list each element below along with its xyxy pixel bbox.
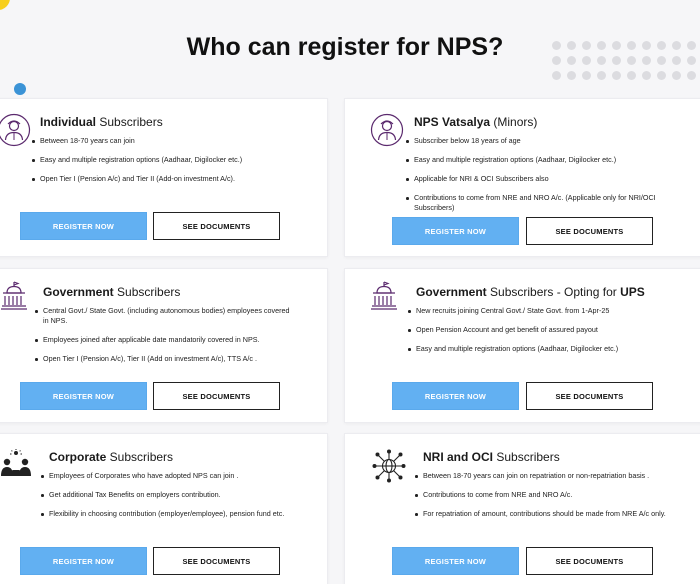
register-now-button[interactable]: REGISTER NOW	[20, 212, 147, 240]
card-individual: Individual Subscribers Between 18-70 yea…	[0, 98, 328, 257]
card-title: NRI and OCI Subscribers	[423, 450, 560, 464]
card-government: Government Subscribers Central Govt./ St…	[0, 268, 328, 423]
list-item: Subscriber below 18 years of age	[406, 136, 656, 146]
card-corporate: Corporate Subscribers Employees of Corpo…	[0, 433, 328, 584]
page-title: Who can register for NPS?	[186, 33, 504, 61]
register-now-button[interactable]: REGISTER NOW	[392, 382, 519, 410]
feature-list: Central Govt./ State Govt. (including au…	[35, 306, 290, 373]
list-item: Easy and multiple registration options (…	[408, 344, 693, 354]
feature-list: New recruits joining Central Govt./ Stat…	[408, 306, 693, 363]
see-documents-button[interactable]: SEE DOCUMENTS	[153, 212, 280, 240]
card-title: NPS Vatsalya (Minors)	[414, 115, 538, 129]
list-item: Open Pension Account and get benefit of …	[408, 325, 693, 335]
government-building-icon	[367, 279, 401, 313]
list-item: Open Tier I (Pension A/c) and Tier II (A…	[32, 174, 317, 184]
corporate-team-icon	[0, 448, 33, 482]
list-item: Central Govt./ State Govt. (including au…	[35, 306, 290, 326]
government-building-icon	[0, 279, 31, 313]
see-documents-button[interactable]: SEE DOCUMENTS	[526, 217, 653, 245]
list-item: Between 18-70 years can join on repatria…	[415, 471, 685, 481]
list-item: Open Tier I (Pension A/c), Tier II (Add …	[35, 354, 290, 364]
register-now-button[interactable]: REGISTER NOW	[20, 382, 147, 410]
card-title: Government Subscribers - Opting for UPS	[416, 285, 645, 299]
card-title: Government Subscribers	[43, 285, 181, 299]
card-government-ups: Government Subscribers - Opting for UPS …	[344, 268, 700, 423]
list-item: Employees joined after applicable date m…	[35, 335, 290, 345]
list-item: Easy and multiple registration options (…	[406, 155, 656, 165]
see-documents-button[interactable]: SEE DOCUMENTS	[526, 382, 653, 410]
decorative-blue-dot	[14, 83, 26, 95]
card-title: Corporate Subscribers	[49, 450, 174, 464]
feature-list: Subscriber below 18 years of age Easy an…	[406, 136, 656, 222]
list-item: Contributions to come from NRE and NRO A…	[406, 193, 656, 213]
card-nps-vatsalya: NPS Vatsalya (Minors) Subscriber below 1…	[344, 98, 700, 257]
register-now-button[interactable]: REGISTER NOW	[392, 217, 519, 245]
register-now-button[interactable]: REGISTER NOW	[392, 547, 519, 575]
feature-list: Employees of Corporates who have adopted…	[41, 471, 306, 528]
card-nri-oci: NRI and OCI Subscribers Between 18-70 ye…	[344, 433, 700, 584]
feature-list: Between 18-70 years can join on repatria…	[415, 471, 685, 528]
decorative-yellow-circle	[0, 0, 10, 10]
see-documents-button[interactable]: SEE DOCUMENTS	[526, 547, 653, 575]
register-now-button[interactable]: REGISTER NOW	[20, 547, 147, 575]
card-title: Individual Subscribers	[40, 115, 163, 129]
list-item: Between 18-70 years can join	[32, 136, 317, 146]
list-item: Applicable for NRI & OCI Subscribers als…	[406, 174, 656, 184]
list-item: Easy and multiple registration options (…	[32, 155, 317, 165]
person-icon	[0, 113, 31, 147]
list-item: Get additional Tax Benefits on employers…	[41, 490, 306, 500]
list-item: For repatriation of amount, contribution…	[415, 509, 685, 519]
list-item: Contributions to come from NRE and NRO A…	[415, 490, 685, 500]
feature-list: Between 18-70 years can join Easy and mu…	[32, 136, 317, 193]
person-icon	[370, 113, 404, 147]
list-item: New recruits joining Central Govt./ Stat…	[408, 306, 693, 316]
see-documents-button[interactable]: SEE DOCUMENTS	[153, 382, 280, 410]
list-item: Flexibility in choosing contribution (em…	[41, 509, 306, 519]
list-item: Employees of Corporates who have adopted…	[41, 471, 306, 481]
see-documents-button[interactable]: SEE DOCUMENTS	[153, 547, 280, 575]
global-network-icon	[372, 449, 406, 483]
